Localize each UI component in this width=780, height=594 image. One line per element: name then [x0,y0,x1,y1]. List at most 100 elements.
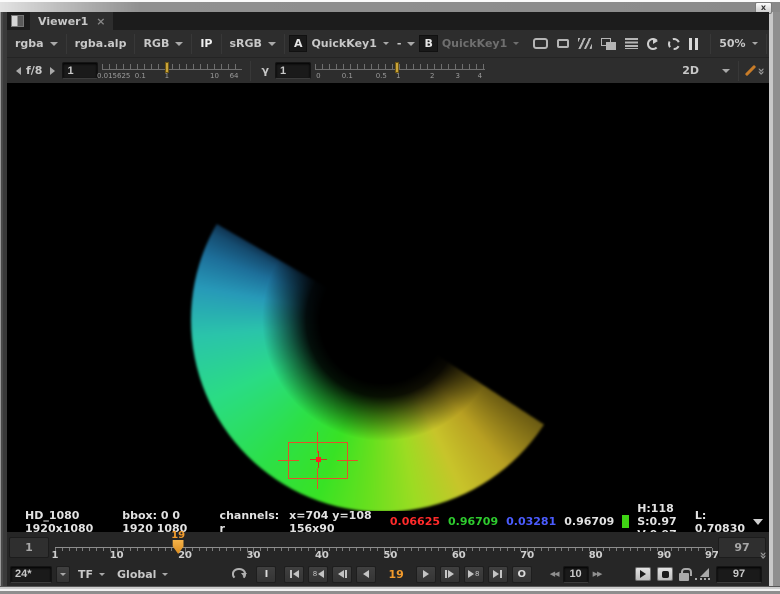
stack-lines-icon[interactable] [625,38,639,49]
increment-field[interactable] [562,565,589,583]
timeline-tick [75,548,77,551]
goto-start-button[interactable] [284,565,305,583]
divider [220,33,222,54]
layer-dropdown[interactable]: rgba [11,35,62,52]
gain-input[interactable] [62,62,99,79]
gain-increase-icon[interactable] [50,66,56,75]
fps-dropdown-button[interactable] [56,565,70,583]
timeline-tick [102,548,104,551]
tab-bar: Viewer1 × [7,12,769,30]
lock-icon[interactable] [679,567,692,581]
display-channels-dropdown[interactable]: RGB [139,35,187,52]
alpha-layer-dropdown[interactable]: rgba.alp [71,35,131,52]
render-ramp-icon[interactable] [695,568,710,580]
slider-tick-label: 64 [229,71,239,80]
window-titlebar[interactable] [0,0,780,12]
wipe-icon[interactable] [578,38,593,49]
timeline-tick [335,548,337,551]
capture-icon[interactable] [657,567,673,581]
step-back-button[interactable] [332,565,353,583]
timeline-tick [362,548,364,551]
pane-menu-icon[interactable] [11,15,24,27]
timeline-chevron-icon[interactable]: » [757,552,769,559]
pause-icon[interactable] [689,37,699,50]
prev-keyframe-button[interactable]: 8 [308,565,329,583]
timeline-ruler[interactable]: 1 10 20 30 40 50 60 70 80 90 97 19 [52,530,719,562]
increment-arrows-icon[interactable]: ▶▶ [593,570,603,578]
timeline-tick [691,548,693,551]
timeline-tick [96,548,98,551]
current-frame-display[interactable]: 19 [388,568,403,581]
divider [134,33,136,54]
timeline-tick [445,548,447,551]
input-b-dropdown[interactable]: QuickKey1 [438,35,523,52]
view-mode-dropdown[interactable]: 2D [678,62,734,79]
timeline-tick [219,548,221,551]
timeline-tick [164,548,166,551]
input-a-badge: A [288,35,308,52]
more-tools-chevron-icon[interactable]: » [755,67,769,74]
timeline-tick [404,548,406,551]
input-process-button[interactable]: IP [196,35,216,52]
decrement-arrows-icon[interactable]: ◀◀ [550,570,560,578]
play-backward-button[interactable] [356,565,377,583]
playhead-frame-label: 19 [171,530,186,541]
gamma-input[interactable] [274,62,311,79]
layers-icon[interactable] [601,37,617,50]
fps-field[interactable] [10,565,52,583]
wipe-mode-dropdown[interactable]: - [393,35,420,52]
tab-viewer1[interactable]: Viewer1 × [30,12,114,30]
range-start-field[interactable]: 1 [9,537,49,558]
zoom-dropdown[interactable]: 50% [715,35,761,52]
goto-end-button[interactable] [487,565,508,583]
next-keyframe-button[interactable]: 8 [463,565,484,583]
chevron-down-icon [751,42,758,45]
range-mode-dropdown[interactable]: Global [113,566,172,583]
chevron-down-icon [49,41,58,46]
loop-range-button[interactable]: O [511,565,532,583]
timeline-tick [280,548,282,551]
tab-close-icon[interactable]: × [96,15,105,28]
red-value: 0.06625 [389,515,441,528]
timeline-tick [513,548,515,551]
sample-point[interactable] [316,457,321,462]
proxy-toggle-icon[interactable] [557,39,570,48]
bar-glyph [500,570,503,578]
viewer-canvas[interactable] [7,83,769,511]
colorwheel-inner-falloff [191,128,575,511]
timeline-tick [349,548,351,551]
timeline-tick [479,548,481,551]
timeline-tick [677,548,679,551]
timeline-tick [294,548,296,551]
timeline-tick [61,548,63,551]
channels-label: channels: r [219,508,280,535]
display-window-icon[interactable] [533,38,549,49]
gain-slider[interactable]: 0.015625 0.1 1 10 64 [97,61,243,81]
play-forward-button[interactable] [415,565,436,583]
roi-icon[interactable] [668,37,681,50]
viewer-panel: Viewer1 × rgba rgba.alp RGB IP sRGB A Qu… [7,12,769,586]
timeline-tick [205,548,207,551]
gain-decrease-icon[interactable] [16,66,21,75]
viewer-icon-group [533,37,699,50]
refresh-icon[interactable] [647,37,660,50]
flipbook-play-icon[interactable] [635,567,651,581]
tri-left-glyph [292,570,299,578]
timeline-tick [143,548,145,551]
chevron-down-icon [382,42,389,45]
timeline-tick [68,548,70,551]
in-point-button[interactable]: I [256,565,277,583]
timeline-tick [636,548,638,551]
divider [191,33,193,54]
input-a-dropdown[interactable]: QuickKey1 [307,35,392,52]
viewer-process-dropdown[interactable]: sRGB [226,35,280,52]
timeline-tick [616,548,618,551]
playback-mode-icon[interactable] [232,568,248,580]
tf-dropdown[interactable]: TF [74,566,109,583]
timeline-tick-label: 30 [246,550,261,561]
last-frame-field[interactable] [716,565,762,583]
gamma-slider[interactable]: 0 0.1 0.5 1 2 3 4 [314,61,485,81]
info-collapse-icon[interactable] [753,518,763,525]
step-forward-button[interactable] [439,565,460,583]
selection-tick-right [337,460,358,461]
